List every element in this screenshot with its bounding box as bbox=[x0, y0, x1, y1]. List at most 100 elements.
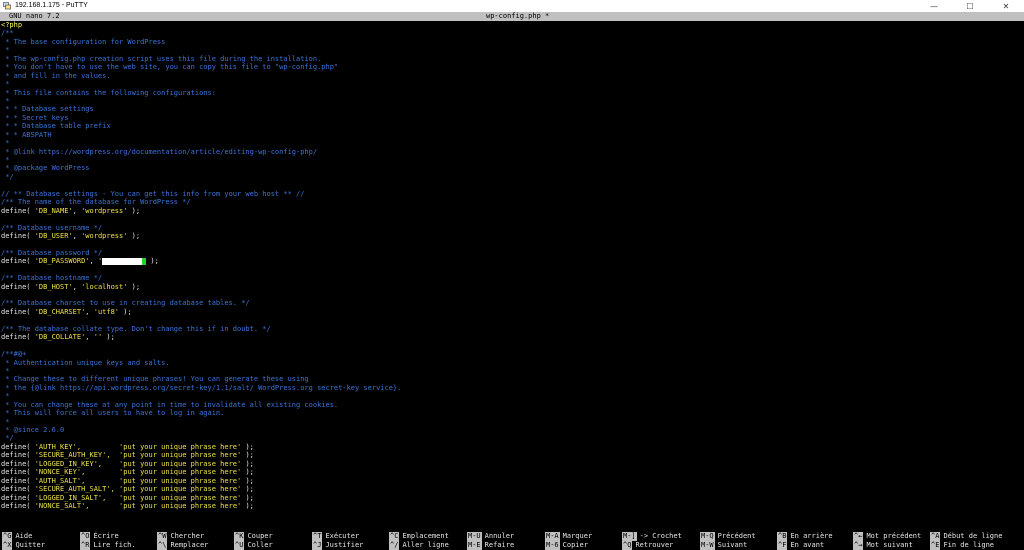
code-line: define( 'NONCE_KEY', 'put your unique ph… bbox=[0, 468, 1024, 476]
shortcut-key: ^A bbox=[930, 532, 941, 541]
minimize-button[interactable]: — bbox=[916, 0, 952, 12]
code-line: * * Secret keys bbox=[0, 114, 1024, 122]
code-line: define( 'SECURE_AUTH_KEY', 'put your uni… bbox=[0, 451, 1024, 459]
code-line: define( 'DB_NAME', 'wordpress' ); bbox=[0, 207, 1024, 215]
code-separator bbox=[90, 502, 120, 510]
code-comment: /** Database charset to use in creating … bbox=[1, 299, 250, 308]
code-function: define( bbox=[1, 468, 35, 477]
shortcut-key: ^R bbox=[80, 541, 91, 550]
code-line: * Change these to different unique phras… bbox=[0, 375, 1024, 383]
shortcut-key: M-A bbox=[545, 532, 560, 541]
code-line: * bbox=[0, 97, 1024, 105]
code-line: /** Database hostname */ bbox=[0, 274, 1024, 282]
shortcut-item: ^B En arrière bbox=[777, 532, 833, 541]
code-function: define( bbox=[1, 282, 35, 291]
code-function: define( bbox=[1, 231, 35, 240]
shortcut-item: ^W Chercher bbox=[157, 532, 204, 541]
code-comment: * Authentication unique keys and salts. bbox=[1, 358, 170, 367]
code-function: define( bbox=[1, 476, 35, 485]
code-function: define( bbox=[1, 206, 35, 215]
code-constant-name: 'NONCE_KEY', bbox=[34, 468, 86, 477]
shortcut-key: ^X bbox=[2, 541, 13, 550]
code-comment: * @package WordPress bbox=[1, 164, 90, 173]
code-comment: * bbox=[1, 366, 10, 375]
code-line: * bbox=[0, 156, 1024, 164]
code-string-value: 'put your unique phrase here' bbox=[119, 485, 242, 494]
php-open-tag: <?php bbox=[1, 21, 23, 29]
shortcut-label: Retrouver bbox=[635, 541, 674, 549]
code-string-value: 'put your unique phrase here' bbox=[119, 493, 242, 502]
close-button[interactable]: ✕ bbox=[988, 0, 1024, 12]
code-comment: * * Secret keys bbox=[1, 113, 69, 122]
code-line: define( 'AUTH_SALT', 'put your unique ph… bbox=[0, 477, 1024, 485]
code-line: * @since 2.6.0 bbox=[0, 426, 1024, 434]
shortcut-label: En arrière bbox=[790, 532, 833, 540]
nano-header-bar: GNU nano 7.2 wp-config.php * bbox=[0, 12, 1024, 21]
code-function: define( bbox=[1, 501, 35, 510]
code-comment: * bbox=[1, 156, 10, 164]
code-comment: * You can change these at any point in t… bbox=[1, 400, 339, 409]
shortcut-item: ^\ Remplacer bbox=[157, 541, 208, 550]
code-string-value: 'localhost' bbox=[81, 282, 128, 291]
code-line: define( 'SECURE_AUTH_SALT', 'put your un… bbox=[0, 485, 1024, 493]
shortcut-item: M-6 Copier bbox=[545, 541, 588, 550]
shortcut-item: ^J Justifier bbox=[312, 541, 363, 550]
shortcut-key: ^E bbox=[930, 541, 941, 550]
code-line: * @package WordPress bbox=[0, 164, 1024, 172]
code-comment: /** The name of the database for WordPre… bbox=[1, 198, 191, 207]
code-string-value: 'wordpress' bbox=[81, 206, 128, 215]
code-line: * * ABSPATH bbox=[0, 131, 1024, 139]
shortcut-key: ^/ bbox=[389, 541, 400, 550]
code-terminator: ); bbox=[146, 257, 159, 266]
shortcut-item: M-] -> Crochet bbox=[622, 532, 682, 541]
code-constant-name: 'LOGGED_IN_SALT', bbox=[34, 493, 107, 502]
code-function: define( bbox=[1, 333, 35, 342]
shortcut-item: ^/Aller ligne bbox=[389, 541, 449, 550]
shortcut-key: ^U bbox=[234, 541, 245, 550]
code-string-value: 'put your unique phrase here' bbox=[119, 459, 242, 468]
code-separator: , bbox=[89, 257, 98, 266]
code-comment: * The wp-config.php creation script uses… bbox=[1, 54, 322, 63]
code-string-value: 'put your unique phrase here' bbox=[119, 476, 242, 485]
shortcut-label: Refaire bbox=[484, 541, 515, 549]
code-comment: * This will force all users to have to l… bbox=[1, 409, 225, 418]
code-comment: * bbox=[1, 96, 10, 105]
shortcut-label: -> Crochet bbox=[639, 532, 682, 540]
shortcut-key: ^F bbox=[777, 541, 788, 550]
code-line: /** The database collate type. Don't cha… bbox=[0, 325, 1024, 333]
shortcut-item: ^X Quitter bbox=[2, 541, 45, 550]
shortcut-key: ^→ bbox=[853, 541, 864, 550]
shortcut-item: ^E Fin de ligne bbox=[930, 541, 994, 550]
code-line: /** bbox=[0, 29, 1024, 37]
shortcut-item: ^U Coller bbox=[234, 541, 273, 550]
shortcut-key: M-W bbox=[700, 541, 715, 550]
code-line: /** The name of the database for WordPre… bbox=[0, 198, 1024, 206]
shortcut-label: Suivant bbox=[717, 541, 748, 549]
code-terminator: ); bbox=[241, 442, 254, 451]
shortcut-item: M-A Marquer bbox=[545, 532, 592, 541]
code-comment: * bbox=[1, 392, 10, 401]
code-line: * * Database table prefix bbox=[0, 122, 1024, 130]
code-function: define( bbox=[1, 307, 35, 316]
maximize-button[interactable]: ☐ bbox=[952, 0, 988, 12]
code-line: define( 'DB_USER', 'wordpress' ); bbox=[0, 232, 1024, 240]
shortcut-label: Mot suivant bbox=[866, 541, 913, 549]
code-comment: * bbox=[1, 139, 10, 148]
code-comment: /** Database username */ bbox=[1, 223, 103, 232]
code-constant-name: 'AUTH_SALT', bbox=[34, 476, 86, 485]
code-constant-name: 'DB_COLLATE' bbox=[34, 333, 86, 342]
editor-text-area[interactable]: <?php/** * The base configuration for Wo… bbox=[0, 21, 1024, 529]
shortcut-key: ^O bbox=[80, 532, 91, 541]
shortcut-item: ^→ Mot suivant bbox=[853, 541, 913, 550]
shortcut-label: Marquer bbox=[562, 532, 593, 540]
code-line: * The wp-config.php creation script uses… bbox=[0, 55, 1024, 63]
code-comment: * The base configuration for WordPress bbox=[1, 37, 166, 46]
code-line: * bbox=[0, 80, 1024, 88]
code-comment: * Change these to different unique phras… bbox=[1, 375, 309, 384]
code-line: // ** Database settings - You can get th… bbox=[0, 190, 1024, 198]
code-line: define( 'LOGGED_IN_SALT', 'put your uniq… bbox=[0, 494, 1024, 502]
window-titlebar[interactable]: 192.168.1.175 - PuTTY — ☐ ✕ bbox=[0, 0, 1024, 12]
